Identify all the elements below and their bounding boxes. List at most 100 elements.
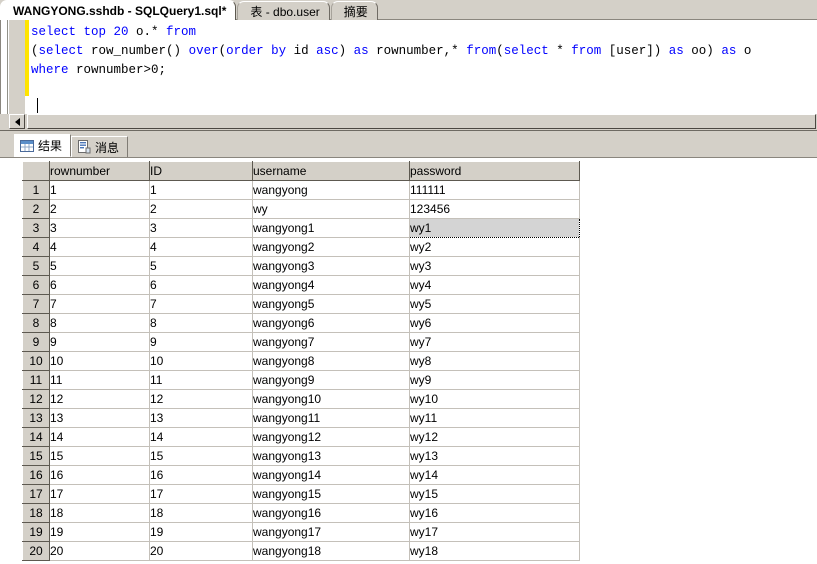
document-tab-0[interactable]: WANGYONG.sshdb - SQLQuery1.sql* — [0, 0, 236, 20]
grid-cell-rownumber[interactable]: 19 — [50, 523, 150, 542]
table-row[interactable]: 121212wangyong10wy10 — [23, 390, 580, 409]
table-row[interactable]: 222wy123456 — [23, 200, 580, 219]
table-row[interactable]: 141414wangyong12wy12 — [23, 428, 580, 447]
grid-cell-ID[interactable]: 4 — [150, 238, 253, 257]
table-row[interactable]: 151515wangyong13wy13 — [23, 447, 580, 466]
document-tab-1[interactable]: 表 - dbo.user — [237, 1, 329, 20]
row-header[interactable]: 1 — [23, 181, 50, 200]
table-row[interactable]: 202020wangyong18wy18 — [23, 542, 580, 561]
grid-cell-rownumber[interactable]: 15 — [50, 447, 150, 466]
editor-horizontal-scrollbar[interactable] — [0, 114, 817, 130]
grid-cell-rownumber[interactable]: 11 — [50, 371, 150, 390]
row-header[interactable]: 16 — [23, 466, 50, 485]
row-header[interactable]: 4 — [23, 238, 50, 257]
grid-cell-password[interactable]: wy2 — [410, 238, 580, 257]
grid-cell-username[interactable]: wangyong2 — [253, 238, 410, 257]
grid-cell-ID[interactable]: 15 — [150, 447, 253, 466]
grid-cell-ID[interactable]: 9 — [150, 333, 253, 352]
row-header[interactable]: 9 — [23, 333, 50, 352]
row-header[interactable]: 15 — [23, 447, 50, 466]
table-row[interactable]: 171717wangyong15wy15 — [23, 485, 580, 504]
grid-cell-username[interactable]: wangyong4 — [253, 276, 410, 295]
table-row[interactable]: 555wangyong3wy3 — [23, 257, 580, 276]
grid-cell-rownumber[interactable]: 16 — [50, 466, 150, 485]
grid-cell-username[interactable]: wangyong15 — [253, 485, 410, 504]
grid-cell-password[interactable]: wy13 — [410, 447, 580, 466]
row-header[interactable]: 14 — [23, 428, 50, 447]
grid-cell-username[interactable]: wangyong10 — [253, 390, 410, 409]
grid-cell-rownumber[interactable]: 18 — [50, 504, 150, 523]
grid-cell-ID[interactable]: 8 — [150, 314, 253, 333]
grid-cell-rownumber[interactable]: 12 — [50, 390, 150, 409]
grid-cell-password[interactable]: wy4 — [410, 276, 580, 295]
grid-cell-rownumber[interactable]: 1 — [50, 181, 150, 200]
grid-cell-username[interactable]: wangyong1 — [253, 219, 410, 238]
grid-cell-rownumber[interactable]: 13 — [50, 409, 150, 428]
table-row[interactable]: 161616wangyong14wy14 — [23, 466, 580, 485]
grid-cell-ID[interactable]: 7 — [150, 295, 253, 314]
grid-cell-rownumber[interactable]: 6 — [50, 276, 150, 295]
grid-cell-password[interactable]: wy17 — [410, 523, 580, 542]
grid-cell-rownumber[interactable]: 10 — [50, 352, 150, 371]
table-row[interactable]: 444wangyong2wy2 — [23, 238, 580, 257]
grid-cell-password[interactable]: wy9 — [410, 371, 580, 390]
grid-cell-ID[interactable]: 18 — [150, 504, 253, 523]
grid-cell-ID[interactable]: 6 — [150, 276, 253, 295]
grid-cell-password[interactable]: wy7 — [410, 333, 580, 352]
grid-cell-username[interactable]: wangyong14 — [253, 466, 410, 485]
table-row[interactable]: 888wangyong6wy6 — [23, 314, 580, 333]
grid-cell-username[interactable]: wangyong13 — [253, 447, 410, 466]
table-row[interactable]: 333wangyong1wy1 — [23, 219, 580, 238]
table-row[interactable]: 181818wangyong16wy16 — [23, 504, 580, 523]
grid-cell-rownumber[interactable]: 14 — [50, 428, 150, 447]
grid-cell-password[interactable]: wy11 — [410, 409, 580, 428]
results-tab-1[interactable]: 消息 — [71, 136, 128, 157]
row-header[interactable]: 20 — [23, 542, 50, 561]
row-header[interactable]: 10 — [23, 352, 50, 371]
grid-cell-password[interactable]: 111111 — [410, 181, 580, 200]
row-header[interactable]: 8 — [23, 314, 50, 333]
grid-cell-username[interactable]: wangyong — [253, 181, 410, 200]
grid-cell-username[interactable]: wangyong17 — [253, 523, 410, 542]
grid-cell-ID[interactable]: 3 — [150, 219, 253, 238]
grid-cell-username[interactable]: wangyong18 — [253, 542, 410, 561]
grid-cell-password[interactable]: wy10 — [410, 390, 580, 409]
row-header[interactable]: 19 — [23, 523, 50, 542]
grid-cell-rownumber[interactable]: 20 — [50, 542, 150, 561]
grid-cell-password[interactable]: wy14 — [410, 466, 580, 485]
grid-cell-username[interactable]: wangyong9 — [253, 371, 410, 390]
grid-cell-rownumber[interactable]: 4 — [50, 238, 150, 257]
grid-cell-password[interactable]: wy1 — [410, 219, 580, 238]
row-header[interactable]: 5 — [23, 257, 50, 276]
grid-cell-password[interactable]: wy16 — [410, 504, 580, 523]
table-row[interactable]: 777wangyong5wy5 — [23, 295, 580, 314]
sql-code-text[interactable]: select top 20 o.* from(select row_number… — [31, 23, 751, 80]
grid-cell-username[interactable]: wangyong3 — [253, 257, 410, 276]
row-header[interactable]: 18 — [23, 504, 50, 523]
row-header[interactable]: 12 — [23, 390, 50, 409]
grid-cell-username[interactable]: wangyong5 — [253, 295, 410, 314]
row-header[interactable]: 17 — [23, 485, 50, 504]
grid-cell-password[interactable]: wy3 — [410, 257, 580, 276]
grid-cell-password[interactable]: wy15 — [410, 485, 580, 504]
grid-cell-ID[interactable]: 13 — [150, 409, 253, 428]
grid-cell-ID[interactable]: 5 — [150, 257, 253, 276]
grid-cell-rownumber[interactable]: 17 — [50, 485, 150, 504]
row-header[interactable]: 7 — [23, 295, 50, 314]
grid-header-row[interactable]: rownumberIDusernamepassword — [23, 162, 580, 181]
column-header-password[interactable]: password — [410, 162, 580, 181]
column-header-rownumber[interactable]: rownumber — [50, 162, 150, 181]
grid-cell-rownumber[interactable]: 5 — [50, 257, 150, 276]
sql-editor-pane[interactable]: select top 20 o.* from(select row_number… — [0, 20, 817, 125]
grid-cell-ID[interactable]: 2 — [150, 200, 253, 219]
table-row[interactable]: 101010wangyong8wy8 — [23, 352, 580, 371]
grid-cell-ID[interactable]: 1 — [150, 181, 253, 200]
editor-indicator-margin[interactable] — [8, 20, 25, 125]
grid-cell-ID[interactable]: 17 — [150, 485, 253, 504]
column-header-username[interactable]: username — [253, 162, 410, 181]
grid-cell-username[interactable]: wy — [253, 200, 410, 219]
grid-cell-username[interactable]: wangyong7 — [253, 333, 410, 352]
grid-cell-username[interactable]: wangyong6 — [253, 314, 410, 333]
grid-cell-password[interactable]: wy12 — [410, 428, 580, 447]
table-row[interactable]: 666wangyong4wy4 — [23, 276, 580, 295]
